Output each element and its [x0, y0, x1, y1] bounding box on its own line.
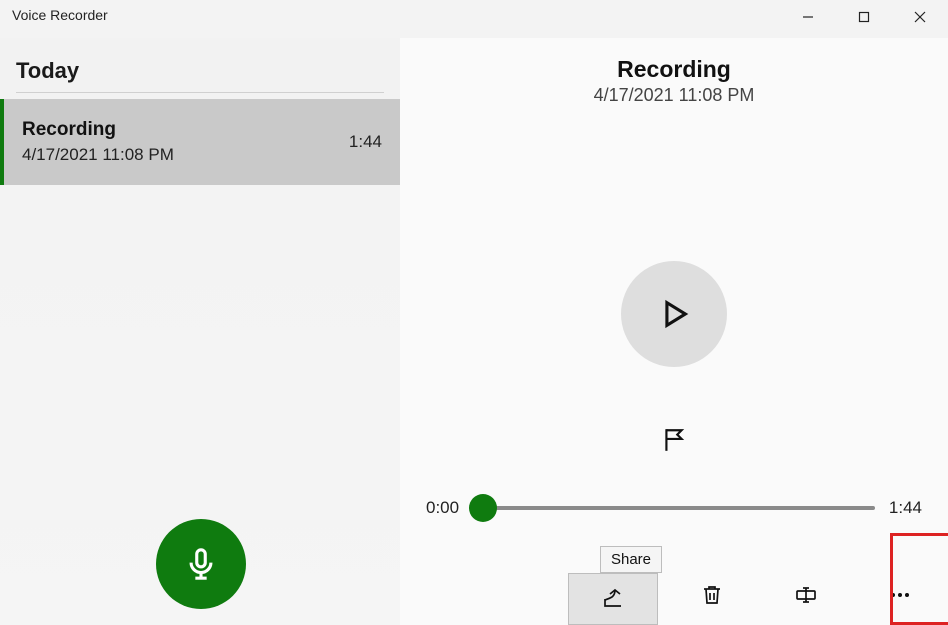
recording-title: Recording — [617, 56, 731, 83]
voice-recorder-window: Voice Recorder Today Recording 4/17/2021… — [0, 0, 948, 625]
recording-item-title: Recording — [22, 119, 349, 141]
record-button[interactable] — [156, 519, 246, 609]
more-button[interactable] — [872, 571, 928, 619]
close-button[interactable] — [892, 0, 948, 34]
share-tooltip: Share — [600, 546, 662, 573]
content-area: Today Recording 4/17/2021 11:08 PM 1:44 — [0, 38, 948, 625]
flag-icon — [661, 427, 687, 453]
share-button[interactable] — [568, 573, 658, 625]
playback-total-time: 1:44 — [889, 498, 922, 518]
recording-detail-pane: Recording 4/17/2021 11:08 PM 0:00 1:44 — [400, 38, 948, 625]
trash-icon — [700, 583, 724, 607]
bottom-toolbar — [400, 565, 948, 625]
recording-item-body: Recording 4/17/2021 11:08 PM — [22, 119, 349, 165]
minimize-icon — [802, 11, 814, 23]
play-icon — [657, 297, 691, 331]
ellipsis-icon — [891, 593, 909, 597]
minimize-button[interactable] — [780, 0, 836, 34]
window-controls — [780, 0, 948, 34]
rename-button[interactable] — [778, 571, 834, 619]
share-button-container: Share — [568, 573, 658, 625]
rename-icon — [794, 583, 818, 607]
add-marker-button[interactable] — [661, 427, 687, 458]
recording-item-duration: 1:44 — [349, 132, 382, 152]
recording-subtitle: 4/17/2021 11:08 PM — [594, 85, 755, 106]
recording-list-item[interactable]: Recording 4/17/2021 11:08 PM 1:44 — [0, 99, 400, 185]
section-divider — [16, 92, 384, 93]
playback-slider[interactable] — [473, 506, 875, 510]
close-icon — [914, 11, 926, 23]
app-title: Voice Recorder — [12, 0, 108, 23]
recording-list-sidebar: Today Recording 4/17/2021 11:08 PM 1:44 — [0, 38, 400, 625]
playback-slider-knob[interactable] — [469, 494, 497, 522]
playback-timeline: 0:00 1:44 — [400, 498, 948, 518]
microphone-icon — [184, 547, 218, 581]
section-header: Today — [0, 38, 400, 92]
titlebar: Voice Recorder — [0, 0, 948, 38]
maximize-button[interactable] — [836, 0, 892, 34]
share-icon — [601, 587, 625, 611]
playback-current-time: 0:00 — [426, 498, 459, 518]
maximize-icon — [858, 11, 870, 23]
recording-item-date: 4/17/2021 11:08 PM — [22, 145, 349, 165]
play-button[interactable] — [621, 261, 727, 367]
delete-button[interactable] — [684, 571, 740, 619]
